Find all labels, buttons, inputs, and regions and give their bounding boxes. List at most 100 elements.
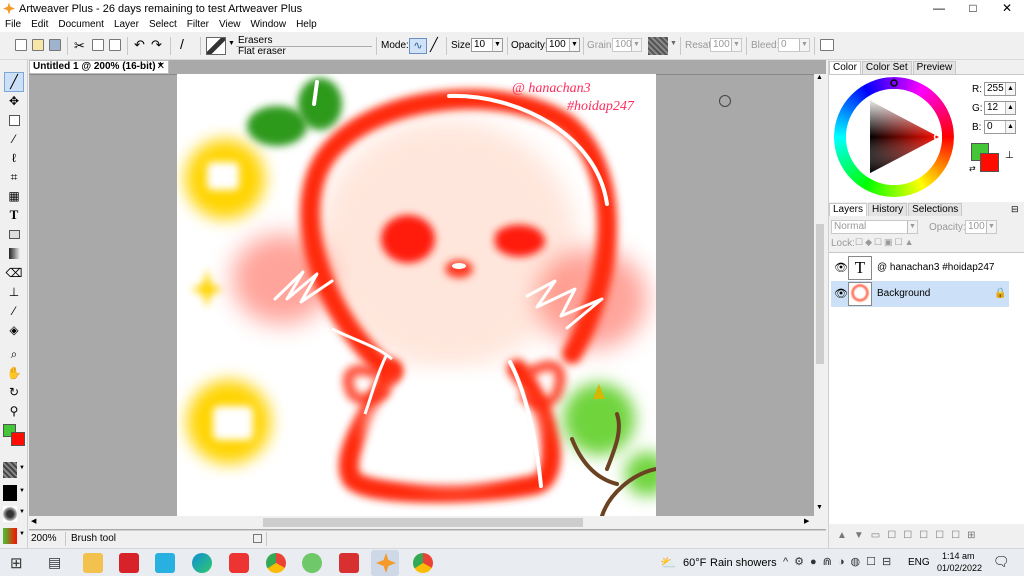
brush-tool-icon[interactable]: ╱	[6, 74, 22, 90]
clock-date[interactable]: 01/02/2022	[937, 563, 982, 573]
swap-colors-icon[interactable]: ⇄	[969, 164, 976, 173]
weather-temp[interactable]: 60°F	[683, 557, 706, 569]
menu-file[interactable]: File	[0, 17, 26, 32]
redo-icon[interactable]: ↷	[151, 37, 162, 53]
texture-icon[interactable]	[648, 37, 668, 55]
horizontal-scrollbar[interactable]: ◀ ▶	[29, 516, 826, 529]
paper-texture-icon[interactable]	[3, 462, 17, 478]
lasso-icon[interactable]: ℓ	[6, 150, 22, 166]
eyedropper-icon[interactable]: ⁄	[6, 303, 22, 319]
opacity-dropdown[interactable]: 100 ▼	[546, 38, 580, 52]
tab-layers[interactable]: Layers	[829, 203, 868, 216]
vertical-scrollbar[interactable]: ▲ ▼	[814, 74, 826, 516]
shopee-icon[interactable]	[229, 553, 249, 573]
zoom-icon[interactable]: ⌕	[6, 346, 22, 362]
scroll-left-icon[interactable]: ◀	[31, 517, 36, 525]
brush-shape-icon[interactable]	[3, 506, 17, 522]
save-icon[interactable]	[49, 39, 61, 51]
brush-preset-dropdown-icon[interactable]: ▼	[228, 40, 235, 47]
tab-color[interactable]: Color	[829, 61, 861, 74]
new-document-icon[interactable]	[15, 39, 27, 51]
eyedropper-panel-icon[interactable]: ⊥	[1005, 150, 1014, 161]
pattern-dropdown-icon[interactable]: ▼	[19, 488, 25, 494]
app-icon-green[interactable]	[302, 553, 322, 573]
windows-start-icon[interactable]: ⊞	[10, 554, 23, 572]
gradient-swatch-icon[interactable]	[3, 528, 17, 544]
resat-dropdown[interactable]: 100 ▼	[710, 38, 742, 52]
zoom-level[interactable]: 200%	[31, 533, 57, 544]
paper-dropdown-icon[interactable]: ▼	[19, 465, 25, 471]
mode-line-icon[interactable]: ╱	[430, 37, 438, 53]
panel-background-swatch[interactable]	[980, 153, 999, 172]
bleed-dropdown[interactable]: 0 ▼	[778, 38, 810, 52]
notification-icon[interactable]: 🗨	[993, 554, 1010, 570]
language-indicator[interactable]: ENG	[908, 557, 930, 568]
size-dropdown[interactable]: 10 ▼	[471, 38, 503, 52]
weather-text[interactable]: Rain showers	[710, 557, 777, 569]
menu-filter[interactable]: Filter	[182, 17, 214, 32]
edge-icon[interactable]	[192, 553, 212, 573]
tab-preview[interactable]: Preview	[912, 61, 957, 74]
layer-row-text[interactable]: 👁 T @ hanachan3 #hoidap247	[831, 255, 1009, 281]
cut-icon[interactable]: ✂	[74, 38, 85, 54]
open-file-icon[interactable]	[32, 39, 44, 51]
brush-preset-icon[interactable]	[206, 37, 226, 55]
close-button[interactable]: ✕	[990, 0, 1024, 17]
rotate-icon[interactable]: ↻	[6, 384, 22, 400]
copy-icon[interactable]	[92, 39, 104, 51]
rectangle-select-icon[interactable]	[6, 112, 22, 128]
brush-tool-icon[interactable]: /	[180, 36, 184, 52]
lock-icons[interactable]: ☐◆☐▣☐▲	[855, 237, 916, 248]
grain-dropdown[interactable]: 100 ▼	[612, 38, 642, 52]
maximize-button[interactable]: □	[956, 0, 990, 17]
layer-row-background[interactable]: 👁 Background 🔒	[831, 281, 1009, 307]
gradient-dropdown-icon[interactable]: ▼	[19, 531, 25, 537]
crop-icon[interactable]: ⌗	[6, 169, 22, 185]
panel-collapse-icon[interactable]: ⊟	[1011, 204, 1019, 215]
shape-tool-icon[interactable]	[6, 226, 22, 242]
fill-bucket-icon[interactable]: ◈	[6, 322, 22, 338]
document-tab-close-icon[interactable]: ✕	[157, 61, 165, 73]
paste-icon[interactable]	[109, 39, 121, 51]
color-wheel[interactable]	[834, 77, 954, 197]
stamp-icon[interactable]: ⊥	[6, 284, 22, 300]
perspective-icon[interactable]: ▦	[6, 188, 22, 204]
scroll-up-icon[interactable]: ▲	[816, 74, 823, 81]
drawing-canvas[interactable]: @ hanachan3 #hoidap247	[177, 74, 656, 516]
chrome-icon[interactable]	[266, 553, 286, 573]
tab-history[interactable]: History	[868, 203, 908, 216]
layer-visibility-eye-icon[interactable]: 👁	[834, 281, 848, 307]
weather-icon[interactable]: ⛅	[660, 555, 676, 571]
file-explorer-icon[interactable]	[83, 553, 103, 573]
background-color-swatch[interactable]	[11, 432, 25, 446]
brush-shape-dropdown-icon[interactable]: ▼	[19, 509, 25, 515]
scroll-right-icon[interactable]: ▶	[804, 517, 809, 525]
pattern-swatch-icon[interactable]	[3, 485, 17, 501]
menu-window[interactable]: Window	[245, 17, 291, 32]
move-tool-icon[interactable]: ✥	[6, 93, 22, 109]
menu-help[interactable]: Help	[291, 17, 322, 32]
horizontal-scroll-thumb[interactable]	[263, 518, 583, 527]
task-view-icon[interactable]: ▤	[48, 554, 61, 571]
menu-edit[interactable]: Edit	[26, 17, 53, 32]
menu-select[interactable]: Select	[144, 17, 182, 32]
layer-visibility-eye-icon[interactable]: 👁	[834, 255, 848, 281]
clock-time[interactable]: 1:14 am	[942, 551, 975, 561]
minimize-button[interactable]: —	[922, 0, 956, 17]
system-tray-icons[interactable]: ^⚙●⋒◑◍☐⊟	[783, 555, 897, 568]
texture-dropdown-icon[interactable]: ▼	[670, 40, 677, 47]
r-spinner[interactable]: 255 ▲	[984, 82, 1016, 96]
blend-mode-dropdown[interactable]: Normal ▼	[831, 220, 918, 234]
menu-view[interactable]: View	[214, 17, 246, 32]
chrome-profile-icon[interactable]	[413, 553, 433, 573]
store-icon[interactable]	[155, 553, 175, 573]
hand-icon[interactable]: ✋	[6, 365, 22, 381]
g-spinner[interactable]: 12 ▲	[984, 101, 1016, 115]
undo-icon[interactable]: ↶	[134, 37, 145, 53]
vertical-scroll-thumb[interactable]	[816, 224, 824, 364]
app-icon-red[interactable]	[339, 553, 359, 573]
menu-layer[interactable]: Layer	[109, 17, 144, 32]
scroll-down-icon[interactable]: ▼	[816, 504, 823, 511]
gradient-icon[interactable]	[6, 245, 22, 261]
mode-paint-icon[interactable]: ∿	[409, 38, 427, 54]
